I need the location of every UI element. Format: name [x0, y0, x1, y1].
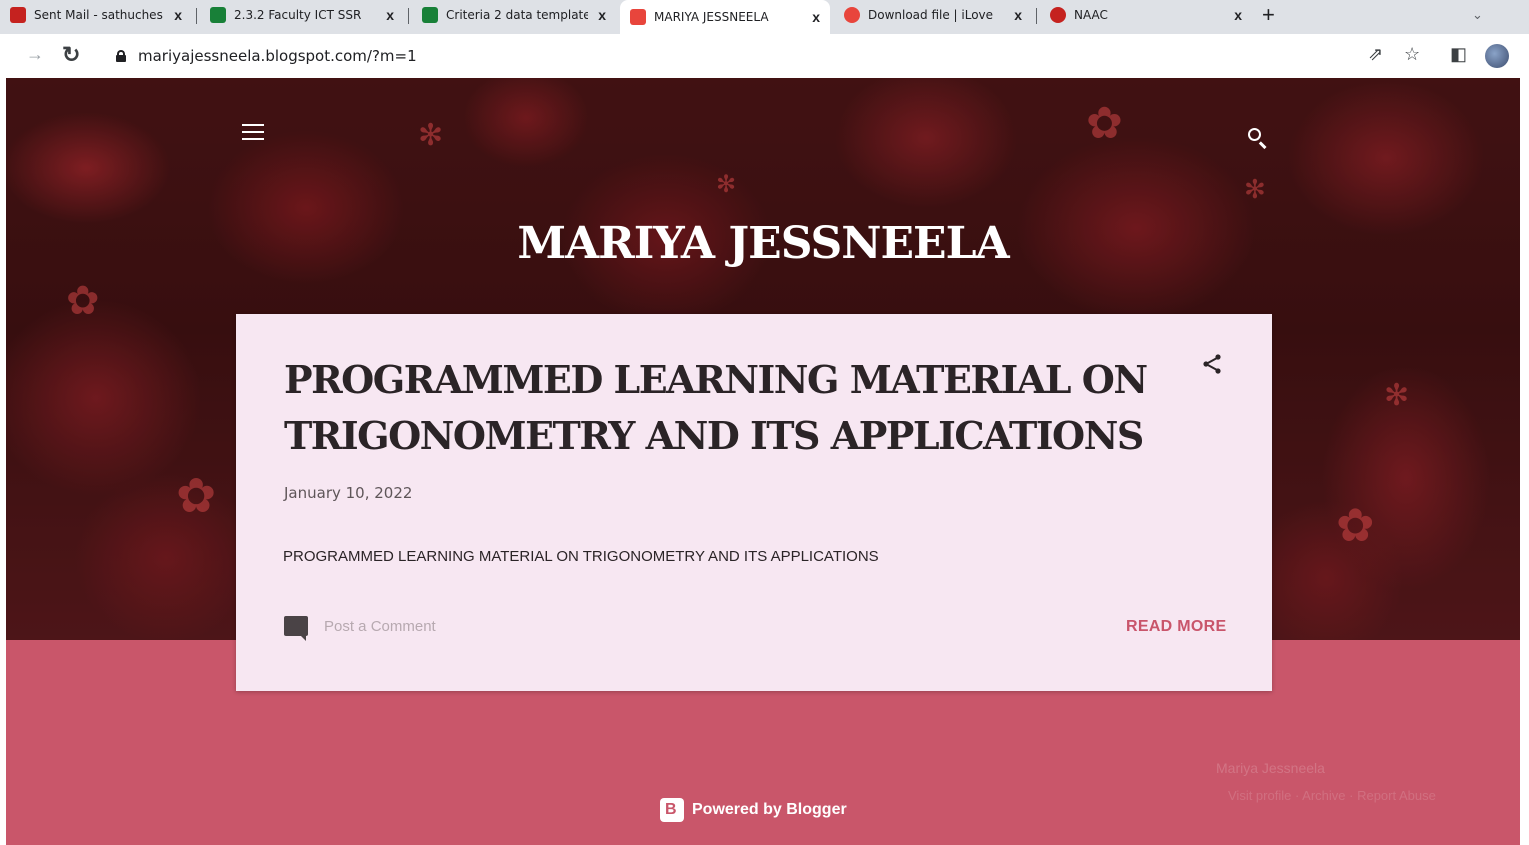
tab-title: Download file | iLove	[868, 8, 994, 22]
share-icon[interactable]	[1200, 352, 1224, 376]
blog-title[interactable]: MARIYA JESSNEELA	[6, 218, 1520, 269]
url-text[interactable]: mariyajessneela.blogspot.com/?m=1	[138, 47, 417, 65]
browser-toolbar: → ↻ mariyajessneela.blogspot.com/?m=1 ⇗ …	[0, 34, 1529, 78]
tab-title: MARIYA JESSNEELA	[654, 10, 769, 24]
sheets-icon	[422, 7, 438, 23]
post-snippet: PROGRAMMED LEARNING MATERIAL ON TRIGONOM…	[283, 548, 879, 565]
tab-title: Criteria 2 data template	[446, 8, 589, 22]
tab-strip: Sent Mail - sathuches x 2.3.2 Faculty IC…	[0, 0, 1529, 34]
flower-ornament-icon: ✿	[1086, 99, 1123, 148]
flower-ornament-icon: ✻	[1384, 379, 1410, 412]
flower-ornament-icon: ✿	[1336, 499, 1375, 551]
bookmark-star-icon[interactable]: ☆	[1404, 44, 1420, 65]
close-icon[interactable]: x	[1234, 7, 1242, 23]
address-bar[interactable]: mariyajessneela.blogspot.com/?m=1	[104, 40, 1334, 72]
flower-ornament-icon: ✿	[66, 279, 100, 323]
tab-download-ilovepdf[interactable]: Download file | iLove x	[834, 0, 1032, 30]
close-icon[interactable]: x	[386, 7, 394, 23]
tab-search-icon[interactable]: ⌄	[1472, 0, 1483, 30]
close-icon[interactable]: x	[812, 9, 820, 25]
tab-divider	[196, 8, 197, 24]
post-date[interactable]: January 10, 2022	[284, 484, 412, 502]
naac-icon	[1050, 7, 1066, 23]
read-more-link[interactable]: READ MORE	[1126, 618, 1226, 636]
lock-icon[interactable]	[116, 50, 126, 62]
tab-divider	[408, 8, 409, 24]
search-icon[interactable]	[1246, 126, 1270, 150]
post-title[interactable]: PROGRAMMED LEARNING MATERIAL ON TRIGONOM…	[284, 352, 1184, 464]
post-comment-link[interactable]: Post a Comment	[284, 616, 436, 641]
tab-divider	[1036, 8, 1037, 24]
share-page-icon[interactable]: ⇗	[1368, 44, 1383, 65]
tab-sent-mail[interactable]: Sent Mail - sathuches x	[0, 0, 192, 30]
gmail-icon	[10, 7, 26, 23]
hamburger-menu-icon[interactable]	[242, 124, 264, 140]
sheets-icon	[210, 7, 226, 23]
flower-ornament-icon: ✻	[716, 171, 737, 198]
flower-ornament-icon: ✿	[176, 470, 217, 523]
tab-title: NAAC	[1074, 8, 1108, 22]
tab-faculty-ict[interactable]: 2.3.2 Faculty ICT SSR x	[200, 0, 404, 30]
flower-ornament-icon: ✻	[1244, 174, 1266, 204]
ilovepdf-icon	[844, 7, 860, 23]
post-card: PROGRAMMED LEARNING MATERIAL ON TRIGONOM…	[236, 314, 1272, 691]
reload-icon[interactable]: ↻	[62, 42, 80, 68]
tab-title: Sent Mail - sathuches	[34, 8, 163, 22]
side-panel-icon[interactable]: ◧	[1450, 44, 1467, 65]
blogger-logo-icon: B	[660, 798, 684, 822]
close-icon[interactable]: x	[598, 7, 606, 23]
page-viewport: ✻ ✻ ✻ ✻ ✿ ✿ ✿ ✿ MARIYA JESSNEELA PROGRAM…	[6, 78, 1520, 845]
tab-title: 2.3.2 Faculty ICT SSR	[234, 8, 362, 22]
comment-icon	[284, 616, 308, 641]
flower-ornament-icon: ✻	[418, 119, 444, 152]
powered-by-blogger-link[interactable]: B Powered by Blogger	[660, 798, 847, 822]
powered-by-label: Powered by Blogger	[692, 801, 847, 818]
profile-avatar[interactable]	[1485, 44, 1509, 68]
close-icon[interactable]: x	[1014, 7, 1022, 23]
tab-naac[interactable]: NAAC x	[1040, 0, 1252, 30]
comment-label: Post a Comment	[324, 617, 436, 635]
blogger-icon	[630, 9, 646, 25]
tab-mariya-jessneela[interactable]: MARIYA JESSNEELA x	[620, 0, 830, 34]
new-tab-button[interactable]: +	[1262, 0, 1275, 30]
footer-faint-text: Mariya Jessneela	[1216, 760, 1325, 776]
tab-criteria-2[interactable]: Criteria 2 data template x	[412, 0, 616, 30]
close-icon[interactable]: x	[174, 7, 182, 23]
footer-faint-links[interactable]: Visit profile · Archive · Report Abuse	[1228, 788, 1436, 803]
forward-arrow-icon[interactable]: →	[26, 44, 44, 65]
